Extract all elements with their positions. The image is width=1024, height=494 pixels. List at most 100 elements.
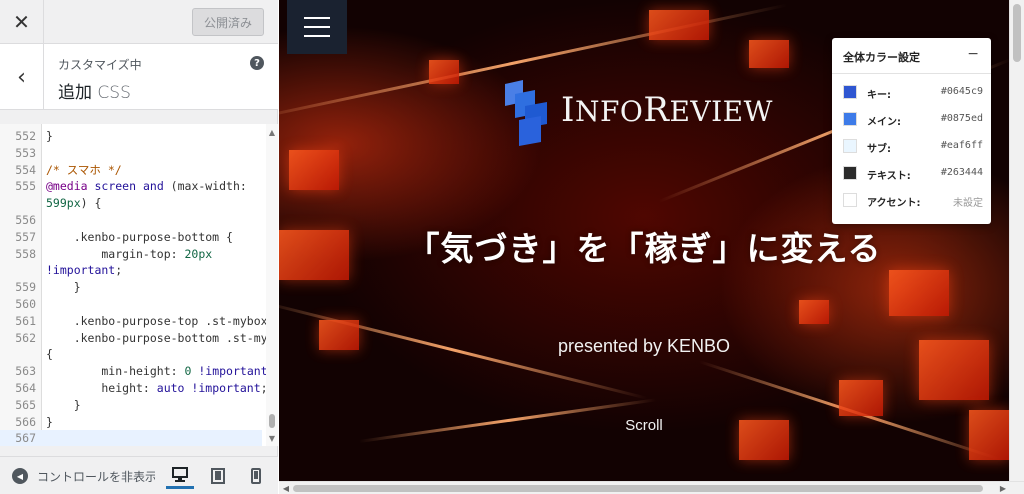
code-line[interactable]: 555 @media screen and (max-width: — [0, 178, 262, 195]
code-line[interactable]: 552} — [0, 128, 262, 145]
code-line[interactable]: { — [0, 346, 262, 363]
color-settings-header: 全体カラー設定 − — [832, 38, 991, 74]
code-text: .kenbo-purpose-bottom { — [46, 229, 233, 244]
code-line[interactable]: 560 — [0, 296, 262, 313]
code-line[interactable]: 563 min-height: 0 !important; — [0, 363, 274, 380]
line-number: 563 — [15, 364, 36, 379]
glow-block — [649, 10, 709, 40]
code-text: .kenbo-purpose-bottom .st-mybox — [46, 330, 278, 345]
collapse-icon[interactable]: ◀ — [12, 468, 28, 484]
scroll-left-icon[interactable]: ◀ — [280, 483, 292, 494]
code-line[interactable]: 553 — [0, 145, 262, 162]
preview-mobile-button[interactable] — [242, 463, 270, 489]
color-value: #eaf6ff — [940, 140, 983, 151]
line-number: 553 — [15, 145, 36, 160]
publish-button[interactable]: 公開済み — [192, 8, 264, 36]
color-settings-title: 全体カラー設定 — [843, 51, 920, 64]
line-number: 552 — [15, 129, 36, 143]
glow-block — [839, 380, 883, 416]
code-text: 599px) { — [46, 196, 102, 211]
presented-by-text: presented by KENBO — [557, 336, 731, 356]
customizer-panel: ✕ 公開済み ‹ カスタマイズ中 追加 CSS ? 552} 553 554/* ス… — [0, 0, 278, 494]
line-number: 555 — [15, 179, 36, 194]
color-swatch[interactable] — [843, 193, 857, 207]
back-button[interactable]: ‹ — [0, 44, 44, 110]
line-number: 564 — [15, 381, 36, 395]
scroll-link[interactable]: Scroll — [279, 417, 1009, 434]
code-line[interactable]: 565 } — [0, 397, 262, 414]
site-logo[interactable]: INFOREVIEW — [501, 80, 781, 146]
preview-horizontal-scrollbar[interactable]: ◀ ▶ — [279, 481, 1024, 494]
section-title-ja: 追加 — [58, 83, 92, 103]
color-label: テキスト: — [867, 171, 911, 182]
code-line[interactable]: 561 .kenbo-purpose-top .st-mybox, — [0, 313, 274, 330]
code-line[interactable]: 554 /* スマホ */ — [0, 162, 262, 179]
code-text: .kenbo-purpose-top .st-mybox, — [46, 313, 275, 328]
line-number: 561 — [15, 313, 36, 328]
code-line[interactable]: 562 .kenbo-purpose-bottom .st-mybox — [0, 330, 278, 347]
line-number: 567 — [15, 431, 36, 446]
color-settings-panel: 全体カラー設定 − キー: #0645c9 メイン: #0875ed サブ: #eaf6f… — [832, 38, 991, 224]
hamburger-icon — [304, 35, 330, 37]
color-swatch[interactable] — [843, 139, 857, 153]
color-swatch[interactable] — [843, 85, 857, 99]
line-number: 556 — [15, 213, 36, 227]
code-text: } — [46, 129, 53, 143]
code-line[interactable]: 599px) { — [0, 195, 262, 212]
glow-block — [889, 270, 949, 316]
collapse-controls-button[interactable]: コントロールを非表示 — [37, 468, 155, 485]
code-line[interactable]: 567 — [0, 430, 262, 446]
desktop-icon — [172, 467, 188, 482]
close-button[interactable]: ✕ — [0, 0, 44, 44]
customizer-topbar: ✕ 公開済み — [0, 0, 278, 44]
code-text: } — [46, 397, 81, 412]
color-row[interactable]: アクセント: 未設定 — [843, 191, 983, 209]
color-value: #263444 — [940, 167, 983, 178]
color-swatch[interactable] — [843, 166, 857, 180]
color-label: サブ: — [867, 144, 891, 155]
preview-hscroll-thumb[interactable] — [293, 485, 983, 492]
line-number: 557 — [15, 229, 36, 244]
editor-scroll-thumb[interactable] — [269, 414, 275, 428]
minimize-icon[interactable]: − — [967, 46, 979, 62]
code-text: @media screen and (max-width: — [46, 179, 247, 194]
preview-desktop-button[interactable] — [166, 463, 194, 489]
code-line[interactable]: 558 margin-top: 20px — [0, 246, 262, 263]
code-text: min-height: 0 !important; — [46, 364, 274, 379]
customizer-footer: ◀ コントロールを非表示 — [0, 456, 278, 494]
scroll-up-icon[interactable]: ▲ — [266, 126, 278, 138]
code-line[interactable]: 557 .kenbo-purpose-bottom { — [0, 229, 262, 246]
code-line[interactable]: 566} — [0, 414, 262, 431]
css-code-editor[interactable]: 552} 553 554/* スマホ */555 @media screen and … — [0, 124, 278, 446]
line-number: 565 — [15, 397, 36, 412]
color-row[interactable]: メイン: #0875ed — [843, 110, 983, 128]
code-line[interactable]: 556 — [0, 212, 262, 229]
preview-tablet-button[interactable] — [204, 463, 232, 489]
color-value: #0645c9 — [940, 86, 983, 97]
help-icon[interactable]: ? — [250, 56, 264, 70]
code-text: margin-top: 20px — [46, 246, 213, 261]
editor-scrollbar[interactable]: ▲ ▼ — [266, 124, 278, 446]
code-line[interactable]: 564 height: auto !important; — [0, 380, 267, 397]
code-line[interactable]: !important; — [0, 262, 262, 279]
code-text: } — [46, 280, 81, 295]
color-row[interactable]: サブ: #eaf6ff — [843, 137, 983, 155]
code-line[interactable]: 559 } — [0, 279, 262, 296]
scroll-down-icon[interactable]: ▼ — [266, 432, 278, 444]
color-row[interactable]: キー: #0645c9 — [843, 83, 983, 101]
hero-title: 「気づき」を「稼ぎ」に変える — [406, 229, 882, 268]
section-title: 追加 CSS — [58, 78, 131, 103]
scroll-right-icon[interactable]: ▶ — [997, 483, 1009, 494]
line-number: 566 — [15, 414, 36, 429]
preview-scroll-thumb[interactable] — [1013, 4, 1021, 62]
section-header: ‹ カスタマイズ中 追加 CSS ? — [0, 44, 278, 110]
code-text: } — [46, 414, 53, 429]
glow-block — [289, 150, 339, 190]
preview-vertical-scrollbar[interactable] — [1009, 0, 1024, 481]
chevron-left-icon: ‹ — [17, 64, 26, 90]
color-value: 未設定 — [953, 198, 983, 209]
color-row[interactable]: テキスト: #263444 — [843, 164, 983, 182]
menu-button[interactable] — [287, 0, 347, 54]
logo-mark-icon — [505, 80, 547, 146]
color-swatch[interactable] — [843, 112, 857, 126]
